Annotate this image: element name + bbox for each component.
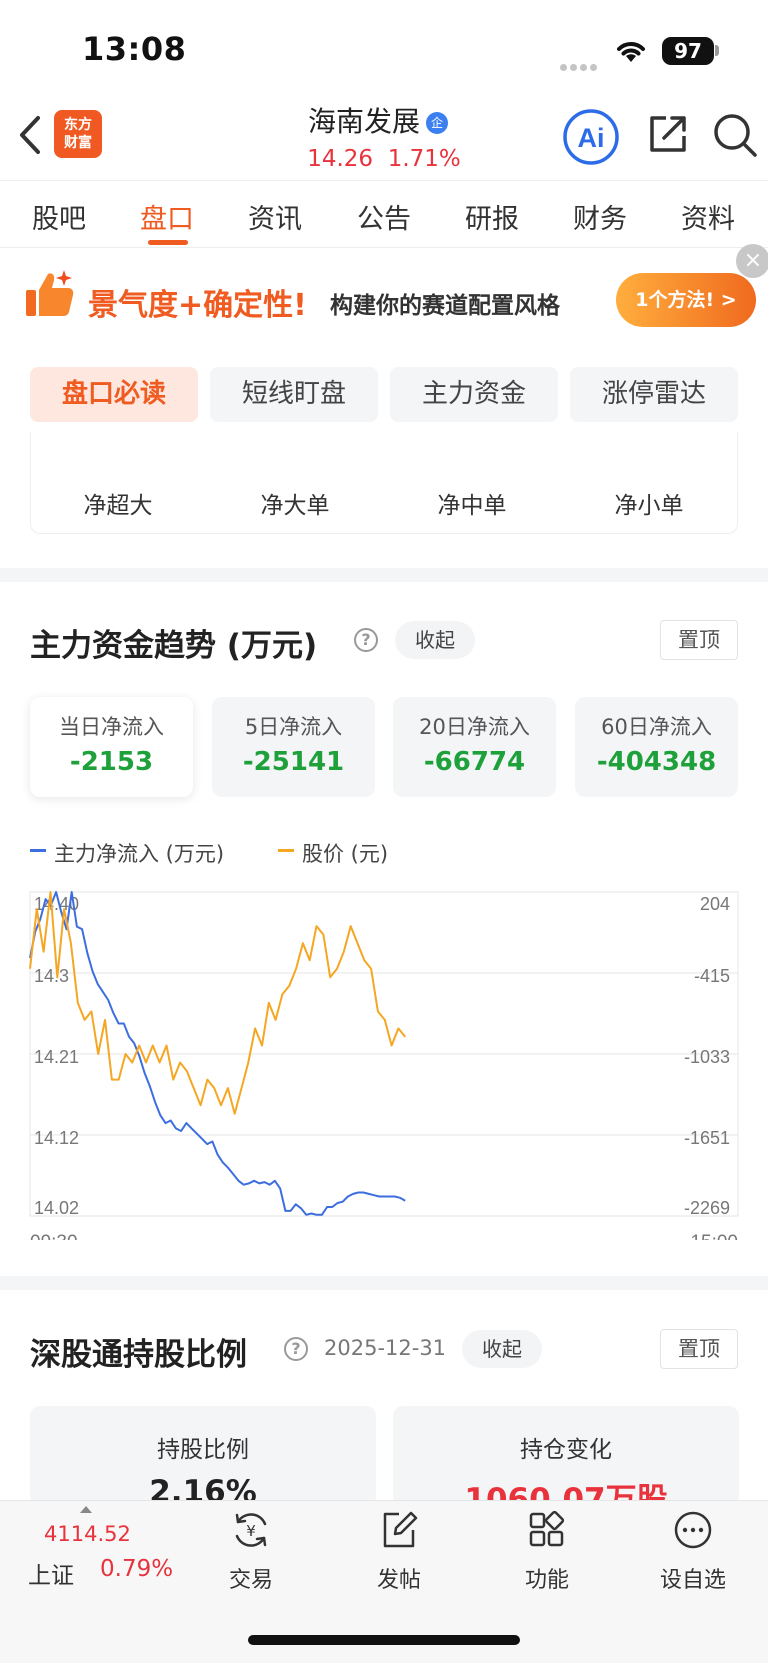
- sgt-collapse-button[interactable]: 收起: [462, 1330, 542, 1368]
- net-super-large-label: 净超大: [83, 493, 153, 519]
- tab-guba[interactable]: 股吧: [9, 197, 109, 236]
- sgt-date: 2025-12-31: [324, 1336, 447, 1360]
- legend-flow-label: 主力净流入 (万元): [54, 842, 225, 866]
- net-small-label: 净小单: [614, 493, 684, 519]
- tab-research[interactable]: 研报: [442, 197, 542, 236]
- index-change[interactable]: 0.79%: [100, 1556, 173, 1582]
- left-axis-tick-label: 14.12: [34, 1128, 79, 1148]
- trend-title: 主力资金趋势 (万元): [30, 628, 318, 664]
- stat-label: 60日净流入: [601, 715, 712, 739]
- grid-icon: [529, 1510, 565, 1547]
- svg-text:Ai: Ai: [578, 123, 605, 153]
- stock-price: 14.26: [307, 146, 374, 172]
- hold-ratio-card: 持股比例 2.16%: [30, 1406, 376, 1510]
- nav-functions-label: 功能: [524, 1568, 569, 1593]
- net-large-label: 净大单: [260, 493, 330, 519]
- sgt-help-icon[interactable]: ?: [284, 1337, 308, 1361]
- nav-post-label: 发帖: [376, 1568, 421, 1593]
- edit-icon: [383, 1511, 418, 1548]
- net-medium-label: 净中单: [437, 493, 507, 519]
- x-axis-start-label: 09:30: [30, 1232, 78, 1240]
- stock-change-pct: 1.71%: [387, 146, 461, 172]
- tab-profile[interactable]: 资料: [658, 197, 758, 236]
- index-name[interactable]: 上证: [28, 1556, 74, 1590]
- stat-value: -66774: [423, 747, 526, 777]
- stat-5d-inflow[interactable]: 5日净流入 -25141: [212, 697, 375, 797]
- nav-trade[interactable]: ¥ 交易: [196, 1510, 306, 1594]
- home-indicator: [248, 1635, 520, 1645]
- nav-trade-label: 交易: [228, 1568, 273, 1593]
- flow-series-line: [29, 891, 406, 1216]
- legend-price-label: 股价 (元): [302, 842, 389, 866]
- stat-label: 20日净流入: [419, 715, 530, 739]
- enterprise-badge: 企: [426, 112, 448, 134]
- thumbs-up-icon: [26, 270, 74, 316]
- battery-indicator: 97: [662, 37, 714, 65]
- trend-pin-button[interactable]: 置顶: [660, 620, 738, 660]
- right-axis-tick-label: 204: [700, 894, 730, 914]
- right-axis-tick-label: -1033: [684, 1047, 730, 1067]
- tab-pankou[interactable]: 盘口: [117, 197, 217, 236]
- sgt-pin-button[interactable]: 置顶: [660, 1329, 738, 1369]
- section-divider: [0, 568, 768, 582]
- index-value[interactable]: 4114.52: [44, 1522, 131, 1546]
- nav-post[interactable]: 发帖: [344, 1510, 454, 1594]
- ai-assistant-icon[interactable]: Ai: [562, 108, 620, 166]
- stock-name: 海南发展: [307, 105, 420, 138]
- help-icon[interactable]: ?: [354, 628, 378, 652]
- right-axis-tick-label: -1651: [684, 1128, 730, 1148]
- segment-main-funds[interactable]: 主力资金: [390, 367, 558, 422]
- battery-nub: [715, 45, 719, 56]
- stat-20d-inflow[interactable]: 20日净流入 -66774: [393, 697, 556, 797]
- tab-announcements[interactable]: 公告: [334, 197, 434, 236]
- sgt-title: 深股通持股比例: [30, 1337, 247, 1373]
- segment-short-term[interactable]: 短线盯盘: [210, 367, 378, 422]
- signal-icon: [560, 56, 600, 71]
- stat-value: -25141: [242, 747, 345, 777]
- status-time: 13:08: [82, 30, 187, 68]
- segment-limit-up-radar[interactable]: 涨停雷达: [570, 367, 738, 422]
- position-change-card: 持仓变化 1060.07万股: [393, 1406, 739, 1518]
- wifi-icon: [617, 42, 645, 62]
- nav-add-watchlist-label: 设自选: [659, 1568, 726, 1593]
- more-icon: [674, 1511, 712, 1549]
- nav-add-watchlist[interactable]: 设自选: [638, 1510, 748, 1594]
- banner-cta-button[interactable]: 1个方法! >: [616, 273, 756, 327]
- x-axis-end-label: 15:00: [690, 1232, 738, 1240]
- main-fund-trend-chart: 14.4014.314.2114.1214.02204-415-1033-165…: [29, 891, 739, 1240]
- legend-price-swatch: [278, 849, 294, 852]
- position-change-label: 持仓变化: [520, 1437, 612, 1463]
- left-axis-tick-label: 14.3: [34, 966, 69, 986]
- tab-news[interactable]: 资讯: [225, 197, 325, 236]
- stat-value: -2153: [69, 747, 154, 777]
- stat-label: 当日净流入: [59, 715, 164, 739]
- price-series-line: [29, 891, 406, 1115]
- active-tab-indicator: [148, 240, 188, 245]
- trade-icon: ¥: [235, 1513, 267, 1547]
- tab-finance[interactable]: 财务: [550, 197, 650, 236]
- stat-value: -404348: [596, 747, 717, 777]
- nav-functions[interactable]: 功能: [492, 1510, 602, 1594]
- tab-bar: 股吧 盘口 资讯 公告 研报 财务 资料: [0, 180, 768, 248]
- left-axis-tick-label: 14.21: [34, 1047, 79, 1067]
- search-icon[interactable]: [712, 112, 758, 158]
- stat-60d-inflow[interactable]: 60日净流入 -404348: [575, 697, 738, 797]
- right-axis-tick-label: -2269: [684, 1198, 730, 1218]
- legend-flow-swatch: [30, 849, 46, 852]
- stat-today-inflow[interactable]: 当日净流入 -2153: [30, 697, 193, 797]
- index-expand-arrow-icon[interactable]: [80, 1506, 92, 1513]
- left-axis-tick-label: 14.02: [34, 1198, 79, 1218]
- svg-text:¥: ¥: [246, 1522, 256, 1540]
- trend-collapse-button[interactable]: 收起: [395, 621, 475, 659]
- banner-subtitle: 构建你的赛道配置风格: [330, 293, 560, 319]
- stat-label: 5日净流入: [244, 715, 343, 739]
- banner-close-icon[interactable]: ×: [736, 244, 768, 278]
- section-divider: [0, 1276, 768, 1290]
- hold-ratio-label: 持股比例: [157, 1437, 249, 1463]
- banner-title: 景气度+确定性!: [88, 288, 307, 323]
- segment-pankou-must-read[interactable]: 盘口必读: [30, 367, 198, 422]
- right-axis-tick-label: -415: [694, 966, 730, 986]
- share-icon[interactable]: [646, 112, 690, 156]
